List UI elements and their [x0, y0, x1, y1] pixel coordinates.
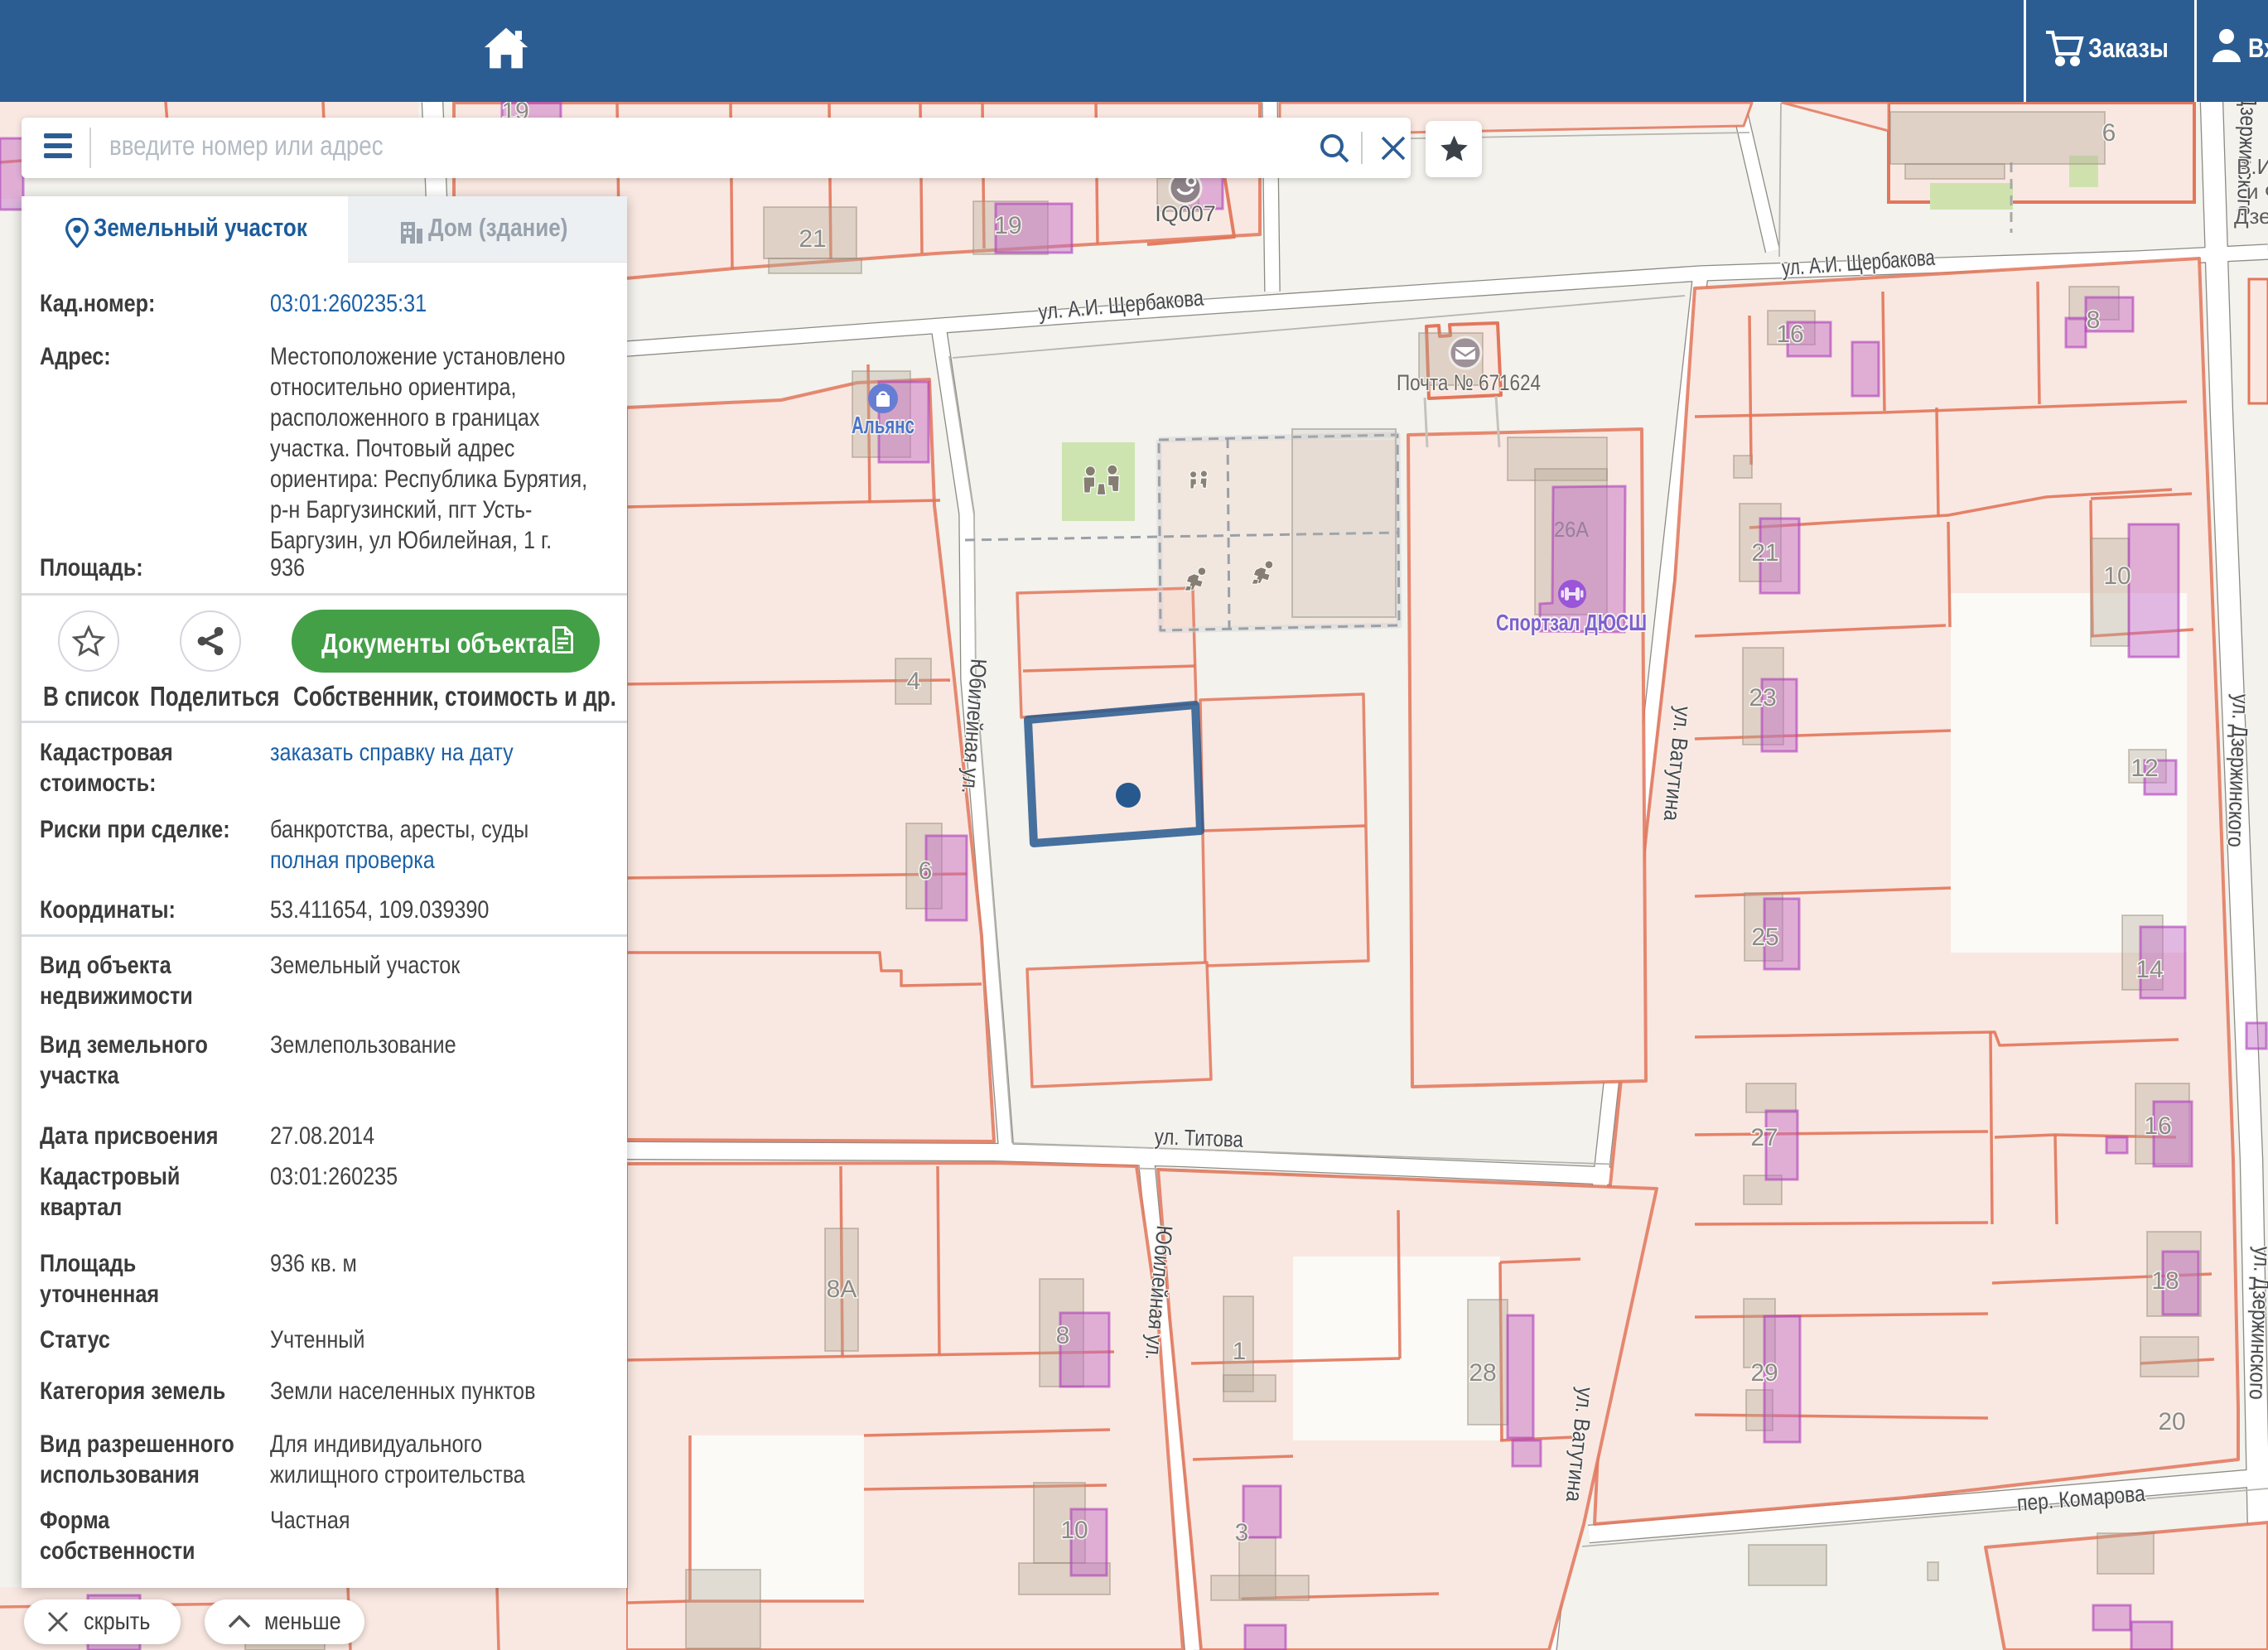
svg-text:23: 23: [1749, 684, 1776, 712]
svg-text:10: 10: [2103, 562, 2130, 590]
svg-text:Дзерж: Дзерж: [2234, 204, 2268, 229]
svg-text:16: 16: [2144, 1112, 2171, 1140]
svg-text:10: 10: [1060, 1517, 1088, 1544]
svg-text:27: 27: [1750, 1124, 1778, 1151]
svg-text:3: 3: [1235, 1519, 1249, 1546]
svg-text:21: 21: [799, 225, 826, 253]
svg-text:18: 18: [2151, 1267, 2179, 1295]
svg-text:6: 6: [919, 857, 933, 885]
svg-text:25: 25: [1751, 924, 1778, 951]
svg-text:1: 1: [1233, 1338, 1247, 1365]
svg-text:Спортзал ДЮСШ: Спортзал ДЮСШ: [1496, 610, 1647, 635]
svg-text:Почта № 671624: Почта № 671624: [1397, 370, 1541, 395]
svg-text:8А: 8А: [827, 1276, 857, 1303]
svg-text:28: 28: [1469, 1359, 1496, 1387]
svg-text:В.И. Л: В.И. Л: [2237, 154, 2268, 179]
svg-text:8: 8: [1056, 1322, 1070, 1349]
svg-text:29: 29: [1750, 1359, 1778, 1387]
svg-text:12: 12: [2130, 755, 2158, 782]
svg-text:IQ007: IQ007: [1155, 201, 1216, 226]
svg-text:21: 21: [1751, 539, 1778, 567]
svg-text:6: 6: [2102, 119, 2116, 147]
svg-text:26А: 26А: [1554, 517, 1590, 542]
svg-text:Альянс: Альянс: [852, 412, 914, 439]
svg-text:ул. Титова: ул. Титова: [1154, 1124, 1244, 1152]
svg-text:19: 19: [994, 212, 1021, 239]
svg-text:8: 8: [2087, 306, 2101, 334]
svg-text:20: 20: [2158, 1408, 2185, 1435]
svg-text:4: 4: [907, 668, 921, 695]
svg-text:14: 14: [2135, 956, 2163, 983]
svg-text:и Ф: и Ф: [2246, 179, 2268, 204]
svg-text:16: 16: [1776, 321, 1803, 348]
